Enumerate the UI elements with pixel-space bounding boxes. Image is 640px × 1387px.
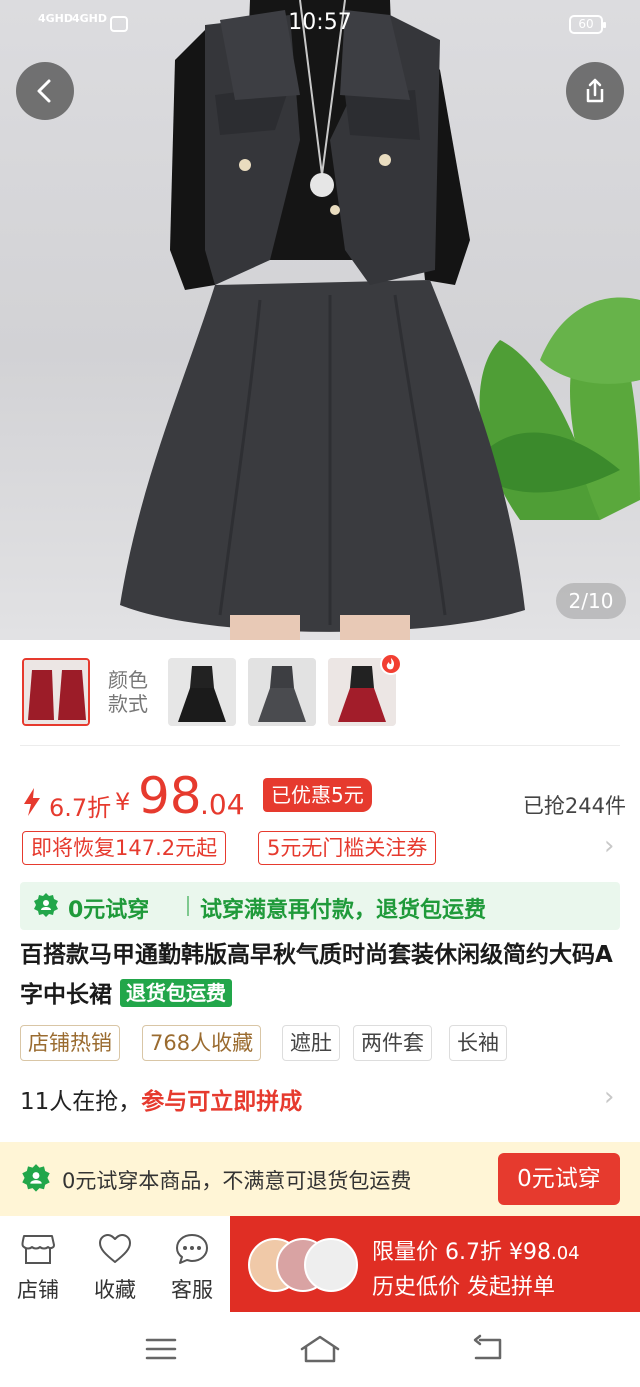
sold-count: 已抢244件 <box>522 794 626 818</box>
separator <box>187 896 189 916</box>
start-group-buy-label: 历史低价 发起拼单 <box>372 1275 555 1300</box>
product-tags: 店铺热销 768人收藏 遮肚 两件套 长袖 <box>20 1025 620 1063</box>
discount-rate: 6.7折 <box>49 794 112 822</box>
shop-label: 店铺 <box>17 1278 59 1302</box>
variant-label: 颜色款式 <box>108 668 148 716</box>
back-button[interactable] <box>16 62 74 120</box>
bottom-action-bar: 店铺 收藏 客服 限量价 6.7折 ¥98.04 历史低价 发起拼单 <box>0 1216 640 1312</box>
variant-thumb-red[interactable] <box>22 658 90 726</box>
favorite-label: 收藏 <box>94 1278 136 1302</box>
return-shipping-tag: 退货包运费 <box>120 979 233 1007</box>
customer-service-label: 客服 <box>171 1278 213 1302</box>
limited-price-text: 限量价 6.7折 ¥98 <box>372 1240 551 1265</box>
trial-banner[interactable]: 0元试穿 试穿满意再付款，退货包运费 <box>20 882 620 930</box>
heart-icon <box>99 1234 131 1263</box>
variant-selector: 颜色款式 <box>0 640 640 740</box>
coupon-follow[interactable]: 5元无门槛关注券 <box>258 831 437 865</box>
trial-badge-icon <box>22 1164 50 1192</box>
menu-icon[interactable] <box>144 1332 178 1366</box>
chevron-right-icon: › <box>604 1082 615 1112</box>
tag-tummy: 遮肚 <box>282 1025 340 1061</box>
tag-hot-sale: 店铺热销 <box>20 1025 120 1061</box>
product-title-text: 百搭款马甲通勤韩版高早秋气质时尚套装休闲级简约大码A字中长裙 <box>20 942 613 1008</box>
group-buy-button[interactable]: 限量价 6.7折 ¥98.04 历史低价 发起拼单 <box>230 1216 640 1312</box>
tag-long-sleeve: 长袖 <box>449 1025 507 1061</box>
battery-indicator: 60 <box>569 15 606 34</box>
trial-banner-desc: 试穿满意再付款，退货包运费 <box>200 898 487 923</box>
status-bar: 4GHD 4GHD 10:57 60 <box>0 0 640 50</box>
chevron-right-icon: › <box>604 831 615 861</box>
coupon-restore-price[interactable]: 即将恢复147.2元起 <box>22 831 227 865</box>
variant-thumb-gray[interactable] <box>248 658 316 726</box>
variant-thumb-black[interactable] <box>168 658 236 726</box>
image-page-counter: 2/10 <box>556 583 626 619</box>
share-button[interactable] <box>566 62 624 120</box>
price-section: 6.7折 ¥ 98 .04 已优惠5元 已抢244件 <box>0 760 640 840</box>
product-image-carousel[interactable]: 4GHD 4GHD 10:57 60 2/10 <box>0 0 640 640</box>
coupon-row[interactable]: 即将恢复147.2元起 5元无门槛关注券 › <box>0 831 640 871</box>
group-count: 11人在抢， <box>20 1089 142 1115</box>
system-nav-bar <box>0 1312 640 1387</box>
lightning-icon <box>24 788 40 816</box>
price-decimal: .04 <box>200 788 245 821</box>
product-title: 百搭款马甲通勤韩版高早秋气质时尚套装休闲级简约大码A字中长裙 退货包运费 <box>20 935 620 1015</box>
tag-favorites: 768人收藏 <box>142 1025 262 1061</box>
product-photo <box>120 0 640 640</box>
favorite-button[interactable]: 收藏 <box>80 1232 150 1304</box>
avatar <box>304 1238 358 1292</box>
buyer-avatars <box>248 1238 358 1292</box>
price-integer: 98 <box>138 767 202 825</box>
tag-two-piece: 两件套 <box>353 1025 432 1061</box>
currency-symbol: ¥ <box>115 788 131 816</box>
home-icon[interactable] <box>298 1332 342 1366</box>
limited-price: 限量价 6.7折 ¥98.04 <box>372 1234 580 1266</box>
free-trial-button[interactable]: 0元试穿 <box>498 1153 620 1205</box>
trial-badge-icon <box>34 893 58 917</box>
divider <box>20 745 620 746</box>
flame-icon <box>380 653 402 675</box>
shop-button[interactable]: 店铺 <box>3 1232 73 1304</box>
back-arrow-icon <box>37 79 51 103</box>
back-nav-icon[interactable] <box>470 1332 506 1366</box>
saved-badge: 已优惠5元 <box>263 778 372 812</box>
customer-service-button[interactable]: 客服 <box>157 1232 227 1304</box>
trial-bar: 0元试穿本商品，不满意可退货包运费 0元试穿 <box>0 1142 640 1216</box>
share-icon <box>586 78 604 103</box>
shop-icon <box>21 1235 55 1264</box>
chat-icon <box>176 1234 208 1264</box>
group-buy-row[interactable]: 11人在抢，参与可立即拼成 › <box>20 1082 620 1122</box>
clock: 10:57 <box>288 10 352 35</box>
group-cta: 参与可立即拼成 <box>141 1089 303 1115</box>
trial-bar-text: 0元试穿本商品，不满意可退货包运费 <box>62 1169 412 1193</box>
trial-banner-title: 0元试穿 <box>68 898 150 923</box>
limited-price-decimal: .04 <box>550 1243 580 1264</box>
